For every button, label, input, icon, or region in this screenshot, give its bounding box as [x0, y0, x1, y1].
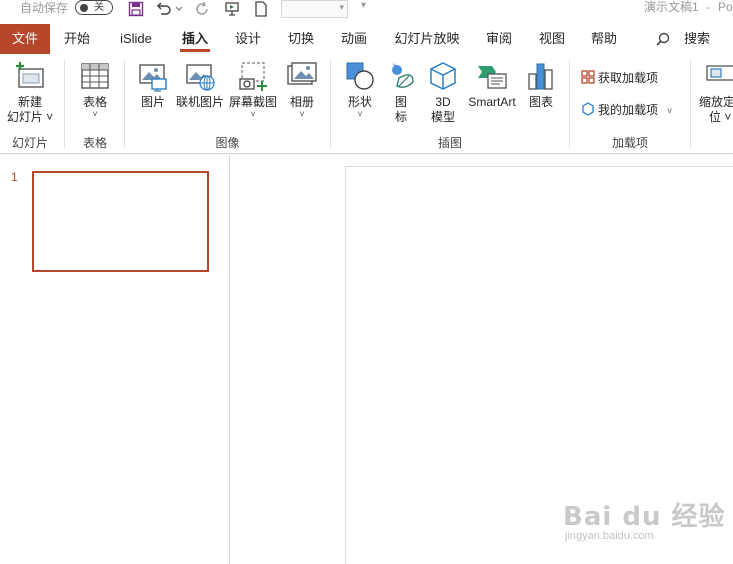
new-file-icon[interactable]	[252, 0, 270, 18]
undo-dropdown-icon[interactable]	[173, 0, 185, 18]
tab-slideshow[interactable]: 幻灯片放映	[392, 24, 462, 54]
screenshot-label: 屏幕截图	[228, 95, 277, 109]
new-slide-label-2: 幻灯片 ˅	[6, 110, 54, 124]
redo-icon[interactable]	[194, 0, 212, 18]
group-label-images: 图像	[215, 136, 240, 150]
autosave-state: 关	[94, 2, 104, 13]
table-button[interactable]: 表格 ˅	[72, 60, 118, 119]
get-addins-label: 获取加载项	[598, 71, 659, 85]
quick-access-toolbar: 自动保存 关 ▾ ▾ 演示文稿1 - Po	[0, 0, 733, 24]
tab-animations[interactable]: 动画	[339, 24, 369, 54]
get-addins-button[interactable]: 获取加载项	[581, 70, 658, 86]
chevron-down-icon: ˅	[357, 109, 363, 119]
chevron-down-icon: ▾	[339, 2, 344, 12]
chart-button[interactable]: 图表	[522, 60, 560, 110]
search-icon	[656, 32, 670, 46]
3d-model-label-1: 3D	[435, 95, 451, 109]
chart-icon	[528, 63, 553, 90]
new-slide-icon	[16, 62, 44, 88]
smartart-label: SmartArt	[468, 95, 516, 109]
group-label-tables: 表格	[82, 136, 107, 150]
tab-transitions[interactable]: 切换	[286, 24, 316, 54]
icons-icon	[392, 63, 414, 89]
tab-file[interactable]: 文件	[0, 24, 50, 54]
tab-view[interactable]: 视图	[537, 24, 567, 54]
3d-model-label-2: 模型	[430, 110, 455, 124]
watermark-url: jingyan.baidu.com	[565, 530, 654, 542]
online-pictures-button[interactable]: 联机图片	[174, 60, 226, 110]
chevron-down-icon: ˅	[250, 109, 256, 119]
pictures-label: 图片	[140, 95, 165, 109]
customize-icon[interactable]: ▾	[361, 0, 366, 11]
search-label: 搜索	[684, 31, 711, 46]
slide-number: 1	[11, 170, 18, 184]
watermark-logo: Bai du 经验	[563, 502, 726, 532]
online-pictures-label: 联机图片	[175, 95, 224, 109]
album-label: 相册	[289, 95, 314, 109]
tab-insert[interactable]: 插入	[180, 24, 210, 54]
document-title: 演示文稿1	[644, 0, 699, 14]
group-divider	[690, 60, 691, 148]
3d-model-button[interactable]: 3D 模型	[424, 60, 462, 125]
save-icon[interactable]	[127, 0, 145, 18]
zoom-button[interactable]: 缩放定 位 ˅	[699, 60, 733, 125]
slide-thumbnail[interactable]	[32, 171, 209, 272]
shapes-label: 形状	[347, 95, 372, 109]
title-separator: -	[706, 0, 710, 14]
zoom-label-1: 缩放定	[699, 95, 733, 109]
pictures-button[interactable]: 图片	[133, 60, 173, 110]
group-label-addins: 加载项	[611, 136, 648, 150]
group-divider	[569, 60, 570, 148]
chevron-down-icon: ˅	[92, 109, 98, 119]
photo-album-icon	[287, 62, 317, 85]
shapes-icon	[346, 62, 374, 90]
smartart-button[interactable]: SmartArt	[464, 60, 520, 110]
table-label: 表格	[82, 95, 107, 109]
tab-islide[interactable]: iSlide	[116, 24, 156, 54]
my-addins-icon	[582, 102, 594, 116]
store-icon	[581, 70, 595, 84]
undo-icon[interactable]	[155, 0, 173, 18]
icons-button[interactable]: 图 标	[383, 60, 419, 125]
toggle-knob	[80, 4, 88, 12]
my-addins-button[interactable]: 我的加载项 ˅	[581, 102, 672, 119]
new-slide-button[interactable]: 新建 幻灯片 ˅	[4, 60, 56, 125]
slide-thumbnails-panel[interactable]: 1	[0, 155, 230, 564]
app-name: Po	[718, 0, 733, 14]
zoom-label-2: 位 ˅	[709, 110, 732, 124]
online-picture-icon	[186, 64, 215, 91]
group-divider	[124, 60, 125, 148]
autosave-label: 自动保存	[20, 1, 69, 15]
table-icon	[81, 63, 109, 89]
my-addins-label: 我的加载项	[598, 103, 659, 117]
ribbon-tabs: 文件 开始 iSlide 插入 设计 切换 动画 幻灯片放映 审阅 视图 帮助 …	[0, 24, 733, 54]
tab-home[interactable]: 开始	[60, 24, 94, 54]
group-label-illustrations: 插图	[437, 136, 462, 150]
new-slide-label-1: 新建	[17, 95, 42, 109]
ribbon-insert: 新建 幻灯片 ˅ 幻灯片 表格 ˅ 表格 图片 联机图片 屏幕截图 ˅ 相册 ˅…	[0, 54, 733, 154]
autosave-toggle[interactable]: 关	[75, 0, 113, 15]
group-divider	[64, 60, 65, 148]
tab-help[interactable]: 帮助	[589, 24, 619, 54]
screenshot-button[interactable]: 屏幕截图 ˅	[227, 60, 279, 119]
zoom-icon	[706, 65, 733, 81]
tab-review[interactable]: 审阅	[484, 24, 514, 54]
icons-label-1: 图	[394, 95, 407, 109]
album-button[interactable]: 相册 ˅	[282, 60, 322, 119]
screenshot-icon	[239, 62, 267, 91]
chevron-down-icon: ˅	[667, 106, 673, 116]
cube-icon	[430, 62, 456, 90]
tab-design[interactable]: 设计	[233, 24, 263, 54]
watermark: Bai du 经验 jingyan.baidu.com	[563, 484, 728, 550]
chart-label: 图表	[528, 95, 553, 109]
icons-label-2: 标	[394, 110, 407, 124]
picture-icon	[139, 64, 167, 92]
group-divider	[330, 60, 331, 148]
chevron-down-icon: ˅	[299, 109, 305, 119]
shapes-button[interactable]: 形状 ˅	[340, 60, 380, 119]
smartart-icon	[478, 66, 507, 89]
present-icon[interactable]	[223, 0, 241, 18]
group-label-slides: 幻灯片	[11, 136, 48, 150]
font-size-dropdown[interactable]: ▾	[281, 0, 348, 18]
